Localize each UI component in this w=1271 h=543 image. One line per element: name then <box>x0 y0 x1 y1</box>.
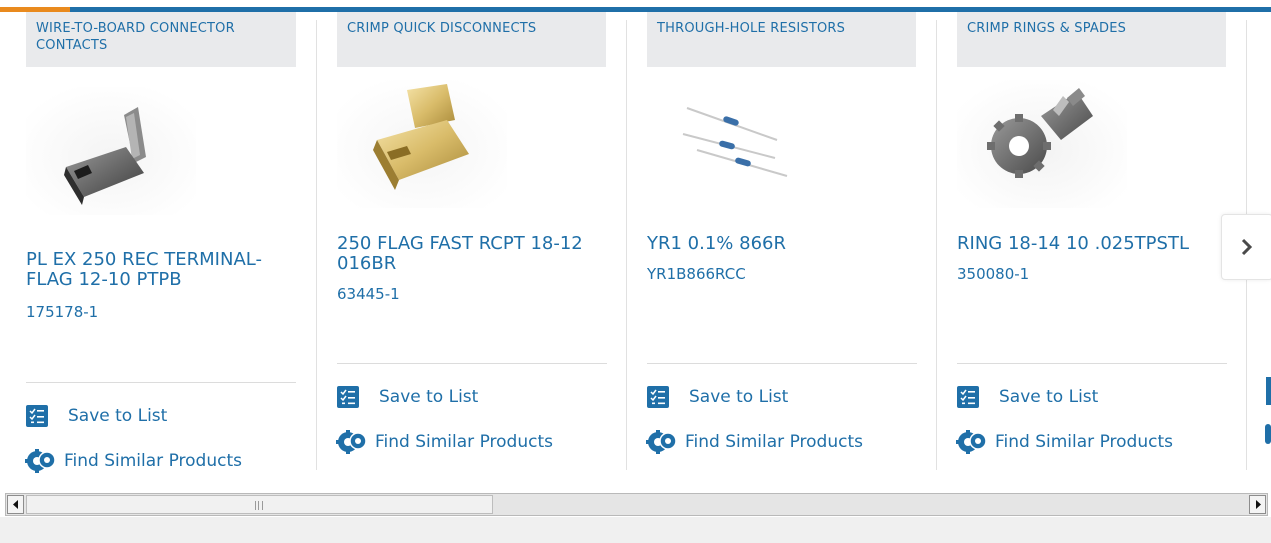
find-similar-label: Find Similar Products <box>995 432 1173 452</box>
save-to-list-button[interactable]: Save to List <box>337 386 478 408</box>
product-part-number[interactable]: 63445-1 <box>337 285 400 303</box>
find-similar-button[interactable]: Find Similar Products <box>24 448 242 474</box>
save-to-list-button[interactable]: Save to List <box>957 386 1098 408</box>
find-similar-label: Find Similar Products <box>375 432 553 452</box>
product-title[interactable]: RING 18-14 10 .025TPSTL <box>957 234 1227 254</box>
scroll-left-button[interactable] <box>7 495 24 514</box>
find-similar-button[interactable]: Find Similar Products <box>645 429 863 455</box>
product-card: WIRE-TO-BOARD CONNECTOR CONTACTS PL EX 2… <box>0 12 310 473</box>
save-to-list-label: Save to List <box>379 387 479 407</box>
save-to-list-button[interactable]: Save to List <box>26 405 167 427</box>
checklist-icon <box>647 386 669 408</box>
product-category: WIRE-TO-BOARD CONNECTOR CONTACTS <box>26 12 296 67</box>
gears-icon <box>956 430 987 454</box>
product-title[interactable]: PL EX 250 REC TERMINAL-FLAG 12-10 PTPB <box>26 250 296 290</box>
product-category: THROUGH-HOLE RESISTORS <box>647 12 916 67</box>
product-part-number[interactable]: 175178-1 <box>26 303 98 321</box>
product-card: CRIMP RINGS & SPADES RING 18-14 10 .025T… <box>931 12 1241 470</box>
page-bottom-area <box>0 517 1271 543</box>
horizontal-scrollbar[interactable] <box>5 493 1268 516</box>
product-part-number[interactable]: 350080-1 <box>957 265 1029 283</box>
save-to-list-label: Save to List <box>68 406 168 426</box>
gray-flag-terminal-image[interactable] <box>26 87 196 215</box>
scroll-right-button[interactable] <box>1249 495 1266 514</box>
chevron-right-icon <box>1241 238 1253 256</box>
card-separator <box>647 363 917 364</box>
find-similar-button[interactable]: Find Similar Products <box>955 429 1173 455</box>
save-to-list-label: Save to List <box>999 387 1099 407</box>
ring-terminal-image[interactable] <box>957 80 1127 208</box>
gears-icon <box>646 430 677 454</box>
resistors-image[interactable] <box>647 80 817 208</box>
scroll-grip <box>255 501 263 510</box>
find-similar-button[interactable]: Find Similar Products <box>335 429 553 455</box>
find-similar-label: Find Similar Products <box>685 432 863 452</box>
product-title[interactable]: 250 FLAG FAST RCPT 18-12 016BR <box>337 234 607 274</box>
product-card: THROUGH-HOLE RESISTORS YR1 0.1% 866R YR1… <box>621 12 931 470</box>
find-similar-label: Find Similar Products <box>64 451 242 471</box>
product-card: CRIMP QUICK DISCONNECTS 250 FLAG FAST RC… <box>311 12 621 470</box>
product-carousel: WIRE-TO-BOARD CONNECTOR CONTACTS PL EX 2… <box>0 12 1271 482</box>
carousel-next-button[interactable] <box>1221 214 1271 280</box>
gears-icon <box>25 449 56 473</box>
triangle-right-icon <box>1255 500 1261 509</box>
card-separator <box>957 363 1227 364</box>
partial-next-card-icon <box>1266 377 1271 405</box>
brass-flag-receptacle-image[interactable] <box>337 80 507 208</box>
save-to-list-label: Save to List <box>689 387 789 407</box>
product-part-number[interactable]: YR1B866RCC <box>647 265 746 283</box>
product-category: CRIMP QUICK DISCONNECTS <box>337 12 606 67</box>
triangle-left-icon <box>12 500 18 509</box>
card-separator <box>337 363 607 364</box>
checklist-icon <box>337 386 359 408</box>
gears-icon <box>336 430 367 454</box>
save-to-list-button[interactable]: Save to List <box>647 386 788 408</box>
product-title[interactable]: YR1 0.1% 866R <box>647 234 917 254</box>
product-category: CRIMP RINGS & SPADES <box>957 12 1226 67</box>
card-separator <box>26 382 296 383</box>
checklist-icon <box>957 386 979 408</box>
checklist-icon <box>26 405 48 427</box>
partial-next-card-gear <box>1265 424 1271 444</box>
scroll-thumb[interactable] <box>26 495 493 514</box>
